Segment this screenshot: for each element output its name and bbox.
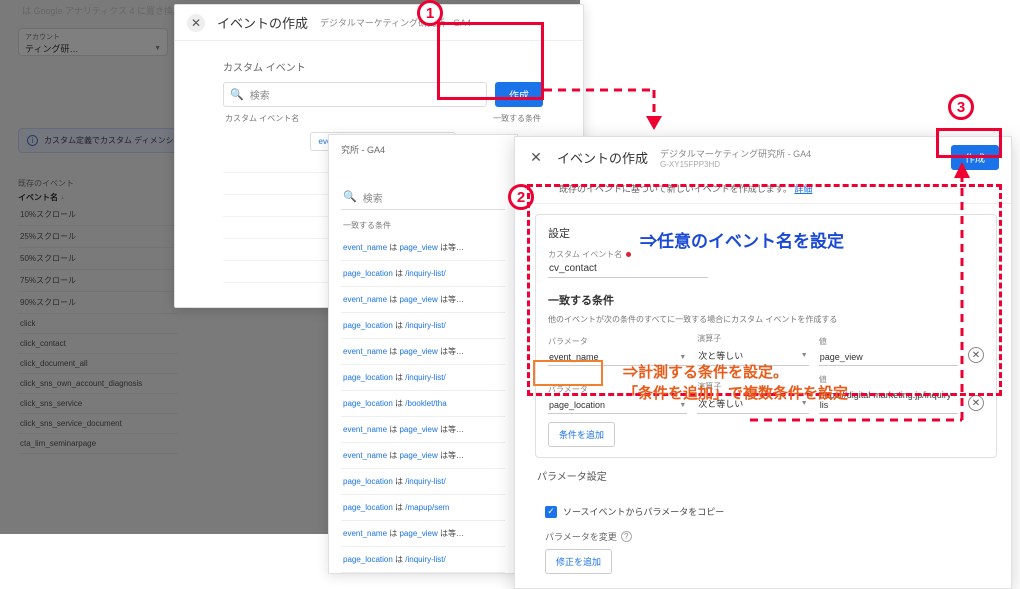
event-row[interactable]: 75%スクロール [18,270,178,292]
close-icon[interactable]: ✕ [187,14,205,32]
event-row[interactable]: 90%スクロール [18,292,178,314]
annotation-arrow-1 [544,80,674,140]
existing-events-heading: 既存のイベント [18,178,74,189]
condition-row[interactable]: page_location は /inquiry-list/ [341,365,505,391]
existing-events-list: 10%スクロール25%スクロール50%スクロール75%スクロール90%スクロール… [18,204,178,454]
event-row[interactable]: click_sns_service [18,394,178,414]
modify-params-heading: パラメータを変更 ? [545,530,997,543]
sort-down-icon: ↓ [61,194,65,201]
event-row[interactable]: cta_lim_seminarpage [18,434,178,454]
search-icon: 🔍 [230,88,244,101]
event-row[interactable]: 10%スクロール [18,204,178,226]
event-row[interactable]: click_contact [18,334,178,354]
annotation-rect-create2 [936,128,1002,158]
event-row[interactable]: 25%スクロール [18,226,178,248]
search-icon: 🔍 [343,190,357,205]
condition-row[interactable]: page_location は /mapup/sem [341,495,505,521]
condition-row[interactable]: event_name は page_view は等… [341,417,505,443]
condition-row[interactable]: event_name は page_view は等… [341,521,505,547]
close-icon[interactable]: ✕ [527,149,545,167]
annotation-rect-create1 [437,22,544,100]
condition-row[interactable]: event_name は page_view は等… [341,235,505,261]
condition-row[interactable]: page_location は /inquiry-list/ [341,469,505,495]
condition-row[interactable]: event_name は page_view は等… [341,339,505,365]
condition-row[interactable]: page_location は /inquiry-list/ [341,313,505,339]
copy-params-checkbox[interactable]: ✓ [545,506,557,518]
condition-row[interactable]: event_name は page_view は等… [341,287,505,313]
annotation-3: 3 [948,94,974,120]
events-col-name[interactable]: イベント名 ↓ [18,192,65,203]
account-value: ティング研… [25,42,78,55]
chevron-down-icon: ▼ [154,45,161,52]
event-row[interactable]: click_sns_service_document [18,414,178,434]
help-icon[interactable]: ? [621,531,632,542]
condition-row[interactable]: page_location は /inquiry-list/ [341,547,505,573]
condition-row[interactable]: event_name は page_view は等… [341,443,505,469]
param-config-heading: パラメータ設定 [537,468,997,483]
event-row[interactable]: click_document_all [18,354,178,374]
add-condition-button[interactable]: 条件を追加 [548,422,615,447]
col-conditions: 一致する条件 [341,216,505,235]
info-icon: i [27,135,38,146]
account-picker[interactable]: アカウント ティング研… ▼ [18,28,168,56]
copy-params-label: ソースイベントからパラメータをコピー [563,505,724,518]
annotation-arrow-2 [740,160,980,440]
add-fix-button[interactable]: 修正を追加 [545,549,612,574]
condition-row[interactable]: page_location は /inquiry-list/ [341,261,505,287]
panel-title: イベントの作成 [557,148,648,167]
event-row[interactable]: click_sns_own_account_diagnosis [18,374,178,394]
condition-row[interactable]: page_location は /booklet/tha [341,391,505,417]
modal-title: イベントの作成 [217,13,308,32]
search-input[interactable]: 🔍 検索 [341,186,505,210]
property-name: 究所 - GA4 [341,143,505,168]
events-list-panel: 究所 - GA4 🔍 検索 一致する条件 event_name は page_v… [328,134,518,574]
event-row[interactable]: 50%スクロール [18,248,178,270]
account-label: アカウント [25,32,161,42]
event-row[interactable]: click [18,314,178,334]
col-event-name: カスタム イベント名 [225,113,299,124]
col-conditions: 一致する条件 [493,113,541,124]
annotation-rect-addcond [533,360,603,386]
